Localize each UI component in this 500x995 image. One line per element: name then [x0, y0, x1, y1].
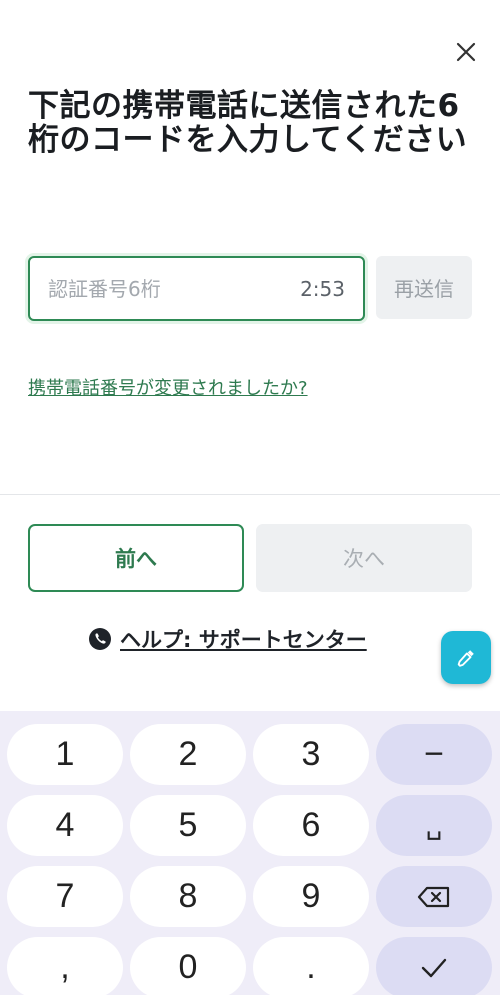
verification-code-field[interactable]: 2:53	[28, 256, 365, 321]
close-icon	[456, 42, 476, 62]
key-1[interactable]: 1	[7, 724, 123, 785]
numeric-keyboard: 1 2 3 − 4 5 6 ␣ 7 8 9 , 0 .	[0, 711, 500, 995]
key-minus[interactable]: −	[376, 724, 492, 785]
key-period[interactable]: .	[253, 937, 369, 995]
verification-code-input[interactable]	[48, 276, 301, 301]
key-5[interactable]: 5	[130, 795, 246, 856]
key-8[interactable]: 8	[130, 866, 246, 927]
key-3[interactable]: 3	[253, 724, 369, 785]
help-label: ヘルプ: サポートセンター	[120, 628, 367, 652]
checkmark-icon	[421, 958, 447, 977]
key-0[interactable]: 0	[130, 937, 246, 995]
next-button[interactable]: 次へ	[256, 524, 472, 592]
eyedropper-icon	[457, 649, 474, 667]
key-4[interactable]: 4	[7, 795, 123, 856]
resend-button[interactable]: 再送信	[376, 256, 472, 319]
key-backspace[interactable]	[376, 866, 492, 927]
key-9[interactable]: 9	[253, 866, 369, 927]
help-support-link[interactable]: ヘルプ: サポートセンター	[88, 624, 367, 654]
key-done[interactable]	[376, 937, 492, 995]
divider	[0, 494, 500, 495]
backspace-icon	[417, 886, 450, 907]
countdown-timer: 2:53	[300, 276, 345, 301]
key-7[interactable]: 7	[7, 866, 123, 927]
page-title: 下記の携帯電話に送信された6桁のコードを入力してください	[28, 88, 468, 158]
close-button[interactable]	[448, 34, 484, 70]
key-6[interactable]: 6	[253, 795, 369, 856]
eyedropper-button[interactable]	[441, 631, 491, 684]
prev-button[interactable]: 前へ	[28, 524, 244, 592]
phone-icon	[89, 628, 111, 650]
key-comma[interactable]: ,	[7, 937, 123, 995]
key-space[interactable]: ␣	[376, 795, 492, 856]
key-2[interactable]: 2	[130, 724, 246, 785]
change-phone-link[interactable]: 携帯電話番号が変更されましたか?	[28, 374, 308, 400]
